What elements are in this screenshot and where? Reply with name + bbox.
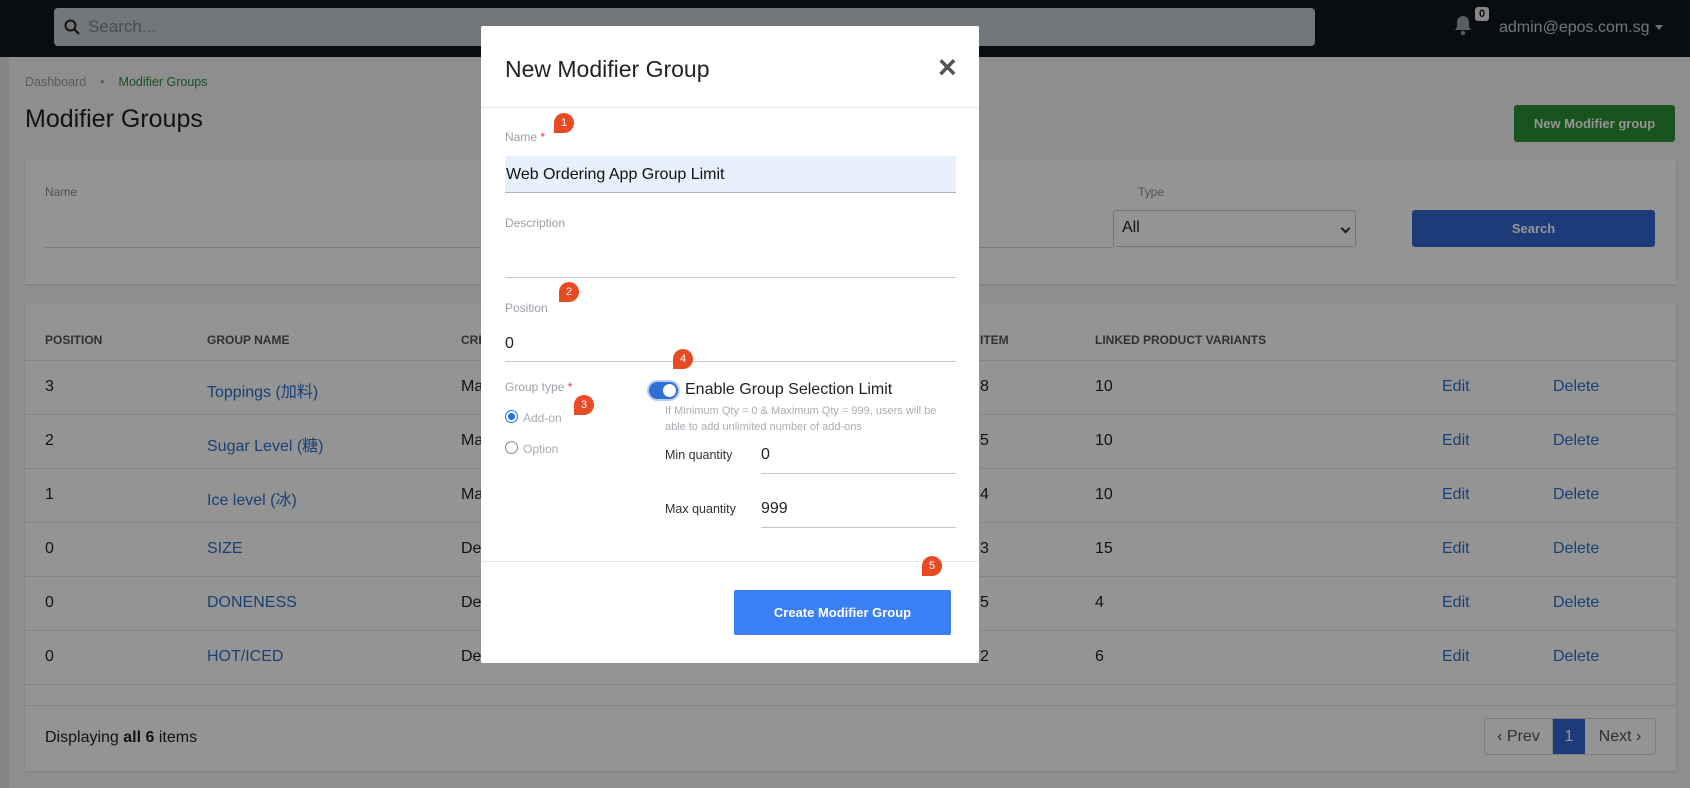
modal-footer-divider <box>481 561 979 562</box>
group-type-label: Group type * <box>505 380 572 394</box>
min-quantity-label: Min quantity <box>665 448 733 462</box>
position-field-value: 0 <box>505 335 514 352</box>
group-type-label-text: Group type <box>505 380 565 394</box>
create-modifier-group-button[interactable]: Create Modifier Group <box>734 590 951 635</box>
min-quantity-value: 0 <box>761 446 770 463</box>
close-icon[interactable]: × <box>938 49 957 86</box>
position-field-label: Position <box>505 301 548 315</box>
required-asterisk: * <box>540 130 546 144</box>
group-type-option-radio[interactable] <box>505 441 518 454</box>
description-field[interactable] <box>505 277 956 278</box>
position-field[interactable] <box>505 361 956 362</box>
required-asterisk: * <box>567 380 573 394</box>
callout-marker-1: 1 <box>554 113 574 133</box>
group-selection-limit-toggle[interactable] <box>649 382 678 399</box>
name-field-label: Name * <box>505 130 545 144</box>
callout-marker-3: 3 <box>574 395 594 415</box>
group-type-addon-radio[interactable] <box>505 410 518 423</box>
callout-marker-5: 5 <box>922 556 942 576</box>
selection-limit-hint: If Minimum Qty = 0 & Maximum Qty = 999, … <box>665 405 937 433</box>
group-type-addon-label: Add-on <box>523 411 562 425</box>
max-quantity-field[interactable] <box>761 527 956 528</box>
max-quantity-value: 999 <box>761 500 788 517</box>
description-field-label: Description <box>505 216 566 230</box>
name-field[interactable]: Web Ordering App Group Limit <box>505 156 956 193</box>
group-type-option-label: Option <box>523 442 559 456</box>
callout-marker-2: 2 <box>559 282 579 302</box>
modal-title: New Modifier Group <box>505 56 710 82</box>
max-quantity-label: Max quantity <box>665 502 736 516</box>
min-quantity-field[interactable] <box>761 473 956 474</box>
callout-marker-4: 4 <box>673 349 693 369</box>
group-selection-limit-label: Enable Group Selection Limit <box>685 381 893 398</box>
modal-header-divider <box>481 107 979 108</box>
name-label-text: Name <box>505 130 538 144</box>
